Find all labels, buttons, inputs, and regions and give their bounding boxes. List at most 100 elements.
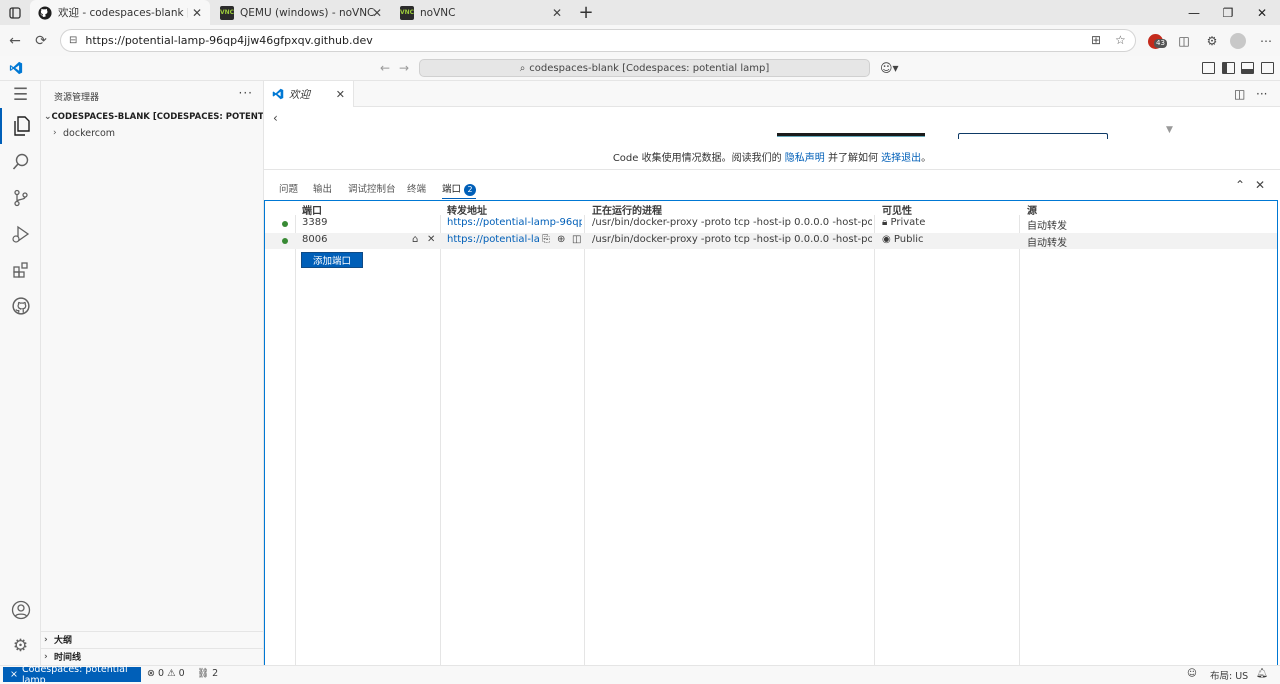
preview-in-editor-icon[interactable]: ◫ (572, 234, 581, 245)
reload-button[interactable]: ⟳ (31, 31, 51, 51)
editor-area: 欢迎 ✕ ◫ ··· ‹ ▼ Code 收集使用情况数据。阅读我们的 隐私声明 … (264, 81, 1280, 169)
command-center[interactable]: ⌕ codespaces-blank [Codespaces: potentia… (419, 59, 870, 77)
extensions-icon[interactable]: ⚙ (1203, 33, 1221, 49)
toggle-sidebar-icon[interactable] (1222, 62, 1235, 74)
chevron-left-icon[interactable]: ‹ (273, 111, 278, 125)
table-row[interactable]: 3389 https://potential-lamp-96qp4j... /u… (265, 216, 1277, 232)
outline-section[interactable]: › 大纲 (41, 631, 263, 647)
label-tag-icon[interactable]: ⌂ (412, 234, 418, 245)
forwarded-address-link[interactable]: https://potential-lamp-96qp4j... (447, 217, 582, 228)
extension-icon[interactable]: 43 (1146, 33, 1167, 49)
activity-bar: ☰ ⚙ (0, 81, 41, 665)
profile-avatar[interactable] (1229, 33, 1247, 49)
forwarded-address-link[interactable]: https://potential-la... (447, 234, 539, 245)
column-divider (584, 215, 585, 665)
column-divider (295, 215, 296, 665)
workspace-root-folder[interactable]: ⌄ CODESPACES-BLANK [CODESPACES: POTENTIA… (41, 110, 263, 124)
editor-tab-welcome[interactable]: 欢迎 ✕ (264, 81, 354, 107)
vscode-title-bar: ← → ⌕ codespaces-blank [Codespaces: pote… (0, 56, 1280, 81)
problems-indicator[interactable]: ⊗ 0 ⚠ 0 (147, 668, 185, 679)
run-debug-icon[interactable] (0, 216, 41, 252)
address-bar[interactable]: ⊟ https://potential-lamp-96qp4jjw46gfpxq… (60, 29, 1136, 52)
go-forward-icon[interactable]: → (399, 61, 409, 75)
minimize-button[interactable]: — (1176, 0, 1212, 25)
remote-icon: ⨯ (10, 669, 18, 680)
source-control-icon[interactable] (0, 180, 41, 216)
column-header-port[interactable]: 端口 (302, 202, 322, 217)
github-icon[interactable] (0, 288, 41, 324)
tab-problems[interactable]: 问题 (279, 181, 298, 195)
remote-indicator[interactable]: ⨯ Codespaces: potential lamp (3, 663, 141, 684)
more-menu-icon[interactable]: ⋯ (1257, 33, 1275, 49)
toggle-secondary-sidebar-icon[interactable] (1261, 62, 1274, 74)
copy-address-icon[interactable]: ⎘ (542, 234, 550, 245)
telemetry-middle: 并了解如何 (827, 153, 878, 164)
search-icon[interactable] (0, 144, 41, 180)
outline-label: 大纲 (54, 636, 73, 646)
restore-button[interactable]: ❐ (1210, 0, 1246, 25)
site-info-icon[interactable]: ⊟ (69, 35, 77, 46)
workspace-root-label: CODESPACES-BLANK [CODESPACES: POTENTIAL … (51, 112, 263, 122)
favorite-star-icon[interactable]: ☆ (1115, 33, 1126, 47)
tab-output[interactable]: 输出 (313, 181, 332, 195)
copilot-status-icon[interactable]: ☺ (1187, 668, 1197, 679)
toggle-panel-icon[interactable] (1241, 62, 1254, 74)
optout-link[interactable]: 选择退出 (881, 153, 921, 164)
column-header-source[interactable]: 源 (1027, 202, 1037, 217)
close-window-button[interactable]: ✕ (1244, 0, 1280, 25)
column-header-address[interactable]: 转发地址 (447, 202, 487, 217)
stop-forward-close-icon[interactable]: ✕ (427, 234, 435, 245)
remote-label: Codespaces: potential lamp (21, 663, 128, 684)
customize-layout-icon[interactable] (1202, 62, 1215, 74)
extensions-icon[interactable] (0, 252, 41, 288)
port-number: 3389 (302, 217, 328, 228)
column-header-process[interactable]: 正在运行的进程 (592, 202, 662, 217)
column-divider (440, 215, 441, 665)
tab-ports[interactable]: 端口 2 (442, 181, 477, 199)
new-tab-button[interactable]: + (572, 0, 600, 25)
browser-tab-welcome[interactable]: 欢迎 - codespaces-blank [Codesp ✕ (30, 0, 210, 25)
tab-actions-icon[interactable] (0, 0, 30, 25)
explorer-icon[interactable] (0, 108, 41, 144)
column-header-visibility[interactable]: 可见性 (882, 202, 912, 217)
telemetry-suffix: 。 (921, 153, 932, 164)
split-editor-icon[interactable]: ◫ (1234, 87, 1245, 101)
go-back-icon[interactable]: ← (380, 61, 390, 75)
close-icon[interactable]: ✕ (192, 6, 202, 20)
close-icon[interactable]: ✕ (336, 88, 345, 101)
editor-tabs: 欢迎 ✕ ◫ ··· (264, 81, 1280, 107)
telemetry-prefix: Code 收集使用情况数据。阅读我们的 (612, 153, 782, 164)
vscode-logo-icon (272, 88, 284, 100)
more-actions-icon[interactable]: ··· (239, 86, 253, 100)
source: 自动转发 (1027, 238, 1067, 249)
browser-tab-strip: 欢迎 - codespaces-blank [Codesp ✕ VNC QEMU… (0, 0, 1280, 25)
sidebar-title: 资源管理器 (54, 93, 100, 103)
timeline-section[interactable]: › 时间线 (41, 648, 263, 664)
browser-tab-qemu[interactable]: VNC QEMU (windows) - noVNC ✕ (212, 0, 390, 25)
tab-terminal[interactable]: 终端 (407, 181, 426, 195)
close-panel-icon[interactable]: ✕ (1255, 178, 1265, 192)
open-in-browser-icon[interactable]: ⊕ (557, 234, 565, 245)
more-actions-icon[interactable]: ··· (1256, 87, 1267, 101)
copilot-icon[interactable]: ☺▾ (880, 61, 899, 75)
settings-gear-icon[interactable]: ⚙ (0, 628, 41, 664)
back-button[interactable]: ← (5, 31, 25, 51)
status-bar: ⨯ Codespaces: potential lamp ⊗ 0 ⚠ 0 ⛓︎ … (0, 663, 1280, 684)
close-icon[interactable]: ✕ (552, 6, 562, 20)
close-icon[interactable]: ✕ (372, 6, 382, 20)
column-divider (1019, 215, 1020, 665)
tab-debug-console[interactable]: 调试控制台 (348, 181, 396, 195)
forwarded-ports-indicator[interactable]: ⛓︎ 2 (197, 668, 218, 679)
browser-tab-novnc[interactable]: VNC noVNC ✕ (392, 0, 570, 25)
split-screen-icon[interactable]: ◫ (1175, 33, 1193, 49)
privacy-link[interactable]: 隐私声明 (785, 153, 825, 164)
tab-title: 欢迎 - codespaces-blank [Codesp (58, 7, 188, 19)
notifications-bell-icon[interactable]: 🔔︎ (1256, 668, 1268, 679)
maximize-panel-icon[interactable]: ⌃ (1235, 178, 1245, 192)
folder-item-dockercom[interactable]: › dockercom (41, 126, 115, 140)
table-row[interactable]: 8006 ⌂ ✕ https://potential-la... ⎘ ⊕ ◫ /… (265, 233, 1277, 249)
keyboard-layout[interactable]: 布局: US (1210, 668, 1248, 682)
app-available-icon[interactable]: ⊞ (1091, 33, 1101, 47)
accounts-icon[interactable] (0, 592, 41, 628)
add-port-button[interactable]: 添加端口 (301, 252, 363, 268)
